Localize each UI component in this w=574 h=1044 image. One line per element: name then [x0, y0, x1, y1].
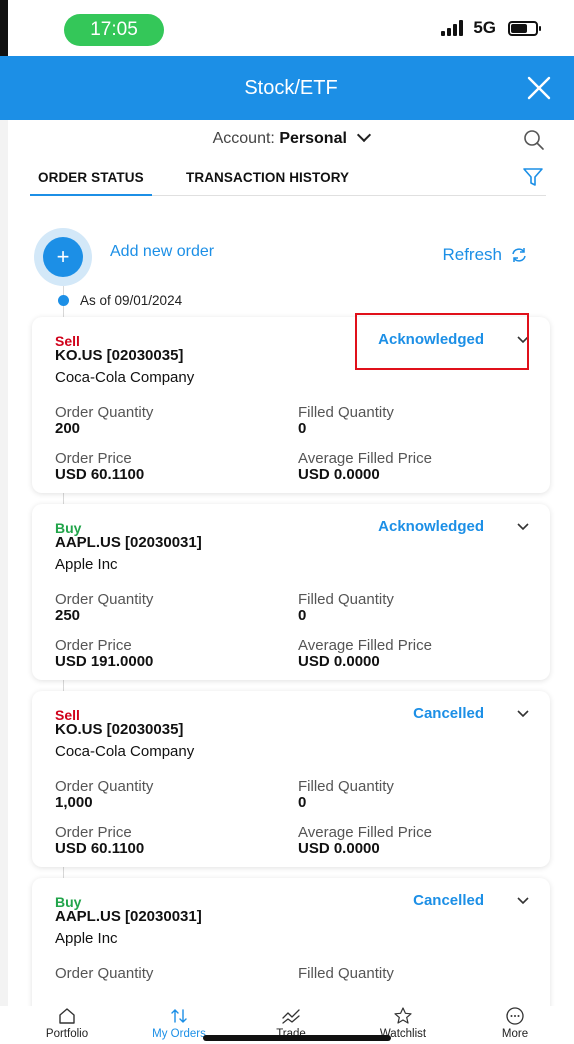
left-edge-dark [0, 0, 8, 56]
refresh-label: Refresh [442, 245, 502, 264]
network-type: 5G [473, 18, 496, 37]
order-price-label: Order Price [55, 450, 132, 467]
chevron-down-icon[interactable] [516, 520, 530, 534]
close-icon[interactable] [526, 75, 552, 101]
tab-transaction-history[interactable]: TRANSACTION HISTORY [186, 170, 349, 185]
order-quantity-label: Order Quantity [55, 778, 154, 795]
order-price-label: Order Price [55, 637, 132, 654]
average-filled-price-label: Average Filled Price [298, 637, 432, 654]
nav-more[interactable]: More [470, 1006, 560, 1040]
chevron-down-icon[interactable] [516, 707, 530, 721]
filled-quantity-label: Filled Quantity [298, 404, 394, 421]
filter-icon[interactable] [522, 166, 544, 188]
order-quantity-label: Order Quantity [55, 965, 154, 982]
average-filled-price-label: Average Filled Price [298, 450, 432, 467]
tab-bar: ORDER STATUS TRANSACTION HISTORY [30, 162, 546, 196]
nav-portfolio[interactable]: Portfolio [22, 1006, 112, 1040]
order-company: Apple Inc [55, 930, 118, 947]
home-indicator [203, 1035, 391, 1041]
order-symbol: AAPL.US [02030031] [55, 534, 202, 551]
nav-label: Portfolio [45, 1028, 89, 1040]
filled-quantity-label: Filled Quantity [298, 778, 394, 795]
refresh-icon [512, 248, 526, 262]
average-filled-price-value: USD 0.0000 [298, 466, 380, 483]
account-value: Personal [279, 130, 347, 147]
app-header: Stock/ETF [8, 56, 574, 120]
order-price-label: Order Price [55, 824, 132, 841]
order-quantity-value: 200 [55, 420, 81, 437]
order-symbol: KO.US [02030035] [55, 347, 184, 364]
chevron-down-icon [357, 127, 372, 143]
filled-quantity-value: 0 [298, 607, 307, 624]
page-title: Stock/ETF [244, 77, 338, 99]
order-quantity-label: Order Quantity [55, 591, 154, 608]
order-status: Cancelled [413, 705, 484, 722]
left-edge-blue [0, 56, 8, 120]
average-filled-price-value: USD 0.0000 [298, 653, 380, 670]
status-time: 17:05 [64, 14, 164, 46]
order-company: Apple Inc [55, 556, 118, 573]
tab-order-status[interactable]: ORDER STATUS [38, 170, 144, 185]
status-bar: 17:05 5G [8, 0, 574, 56]
highlight-box [355, 313, 529, 370]
account-row: Account: Personal [8, 122, 574, 158]
add-order-button[interactable]: + [34, 228, 92, 286]
filled-quantity-value: 0 [298, 420, 307, 437]
more-icon [506, 1007, 524, 1025]
order-symbol: AAPL.US [02030031] [55, 908, 202, 925]
as-of-date: As of 09/01/2024 [80, 293, 183, 308]
filled-quantity-label: Filled Quantity [298, 965, 394, 982]
orders-icon [171, 1009, 187, 1023]
active-tab-underline [30, 194, 152, 196]
trade-icon [282, 1009, 300, 1024]
status-indicators: 5G [441, 18, 541, 38]
order-price-value: USD 60.1100 [55, 840, 145, 857]
signal-icon [441, 20, 464, 36]
search-icon[interactable] [522, 128, 546, 152]
account-label: Account: [212, 130, 275, 147]
order-price-value: USD 191.0000 [55, 653, 154, 670]
star-icon [394, 1007, 412, 1024]
order-company: Coca-Cola Company [55, 369, 195, 386]
left-edge [0, 0, 8, 1044]
add-order-label[interactable]: Add new order [110, 243, 214, 261]
order-company: Coca-Cola Company [55, 743, 195, 760]
filled-quantity-label: Filled Quantity [298, 591, 394, 608]
battery-icon [508, 20, 541, 36]
average-filled-price-value: USD 0.0000 [298, 840, 380, 857]
filled-quantity-value: 0 [298, 794, 307, 811]
home-icon [59, 1008, 75, 1024]
plus-icon: + [43, 237, 83, 277]
order-price-value: USD 60.1100 [55, 466, 145, 483]
average-filled-price-label: Average Filled Price [298, 824, 432, 841]
refresh-button[interactable]: Refresh [442, 245, 528, 265]
order-status: Acknowledged [378, 518, 484, 535]
chevron-down-icon[interactable] [516, 894, 530, 908]
order-card[interactable]: Buy AAPL.US [02030031] Apple Inc Acknowl… [32, 504, 550, 680]
nav-label: More [501, 1028, 529, 1040]
order-card[interactable]: Sell KO.US [02030035] Coca-Cola Company … [32, 691, 550, 867]
order-quantity-label: Order Quantity [55, 404, 154, 421]
account-selector[interactable]: Account: Personal [8, 127, 574, 148]
order-symbol: KO.US [02030035] [55, 721, 184, 738]
order-quantity-value: 250 [55, 607, 81, 624]
timeline-dot [58, 295, 69, 306]
order-quantity-value: 1,000 [55, 794, 93, 811]
order-status: Cancelled [413, 892, 484, 909]
